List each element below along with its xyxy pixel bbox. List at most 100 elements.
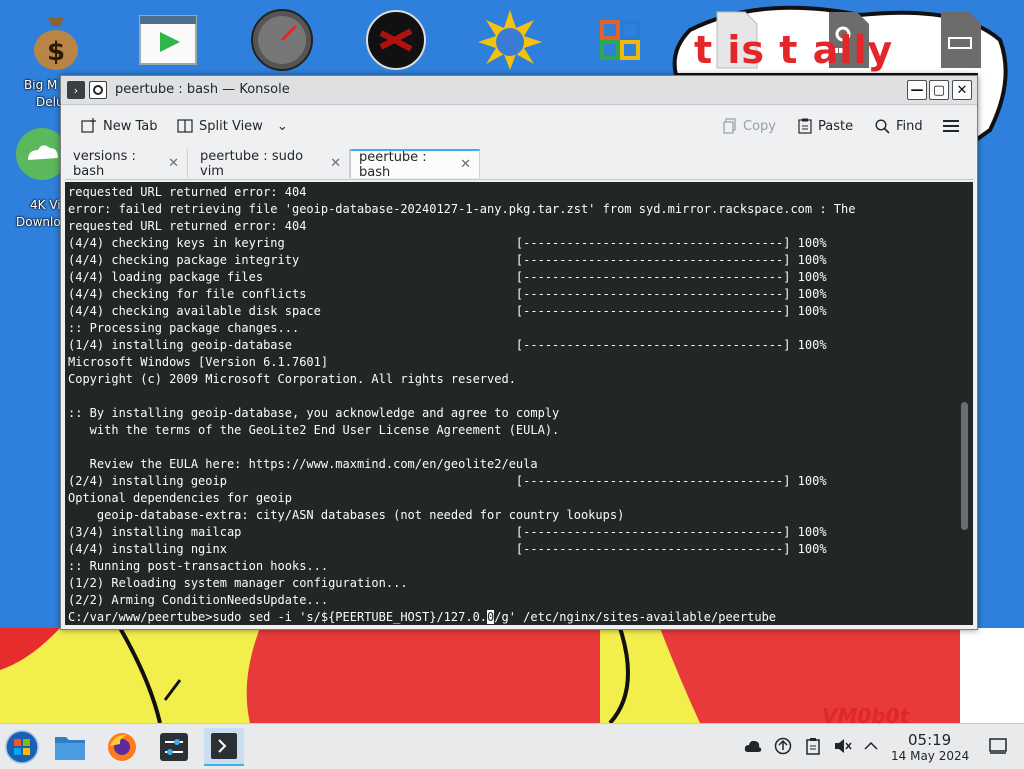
terminal-line: geoip-database-extra: city/ASN databases…	[68, 508, 625, 522]
archive-document-icon[interactable]	[924, 8, 996, 72]
system-settings-button[interactable]	[154, 728, 194, 766]
sliders-icon	[160, 733, 188, 761]
terminal-line: (1/2) Reloading system manager configura…	[68, 576, 408, 590]
close-tab-icon[interactable]: ✕	[460, 157, 471, 172]
terminal-line: :: Running post-transaction hooks...	[68, 559, 329, 573]
prompt-text-after-cursor: /g' /etc/nginx/sites-available/peertube	[494, 610, 777, 624]
search-icon	[875, 118, 890, 134]
terminal-output[interactable]: requested URL returned error: 404 error:…	[65, 182, 973, 625]
terminal-line: requested URL returned error: 404	[68, 219, 307, 233]
terminal-line: :: By installing geoip-database, you ack…	[68, 406, 560, 420]
wallpaper-text: t is t ally	[694, 28, 894, 72]
clock-date[interactable]: 14 May 2024	[891, 749, 969, 763]
terminal-line: (2/4) installing geoip [----------------…	[68, 474, 827, 488]
terminal-line: with the terms of the GeoLite2 End User …	[68, 423, 560, 437]
find-button[interactable]: Find	[875, 116, 923, 136]
speedometer-icon[interactable]	[246, 8, 318, 72]
terminal-app-icon[interactable]: ›	[67, 81, 85, 99]
desktop-label-big-money: Big M	[24, 78, 58, 92]
cloud-sync-icon[interactable]	[744, 737, 762, 755]
tab-peertube-bash[interactable]: peertube : bash ✕	[350, 149, 480, 180]
split-view-icon	[177, 119, 193, 133]
terminal-line: :: Processing package changes...	[68, 321, 300, 335]
tab-bar: versions : bash ✕ peertube : sudo vim ✕ pe…	[65, 149, 973, 180]
folder-icon	[55, 737, 85, 760]
terminal-line: (4/4) checking available disk space [---…	[68, 304, 827, 318]
window-titlebar[interactable]: › peertube : bash — Konsole — ▢ ✕	[61, 76, 977, 105]
tab-label: peertube : sudo vim	[200, 148, 304, 179]
terminal-line: (2/2) Arming ConditionNeedsUpdate...	[68, 593, 329, 607]
show-desktop-icon[interactable]	[989, 737, 1007, 755]
new-tab-icon	[81, 118, 96, 133]
money-bag-icon[interactable]: $	[20, 8, 92, 72]
terminal-line: Microsoft Windows [Version 6.1.7601]	[68, 355, 329, 369]
taskbar: 05:19 14 May 2024	[0, 723, 1024, 769]
firefox-icon	[108, 733, 136, 761]
chevron-down-icon[interactable]: ⌄	[277, 119, 288, 134]
maximize-button[interactable]: ▢	[929, 80, 949, 100]
terminal-line: requested URL returned error: 404	[68, 185, 307, 199]
paste-label: Paste	[818, 118, 854, 134]
close-tab-icon[interactable]: ✕	[330, 156, 341, 171]
find-label: Find	[896, 118, 923, 134]
split-view-button[interactable]: Split View ⌄	[177, 116, 288, 136]
terminal-lines: requested URL returned error: 404 error:…	[68, 184, 953, 625]
pin-icon[interactable]	[89, 81, 107, 99]
close-tab-icon[interactable]: ✕	[168, 156, 179, 171]
scrollbar-thumb[interactable]	[961, 402, 968, 530]
terminal-line: error: failed retrieving file 'geoip-dat…	[68, 202, 856, 216]
tab-versions-bash[interactable]: versions : bash ✕	[65, 148, 188, 179]
minimize-button[interactable]: —	[907, 80, 927, 100]
desktop-label-4k-2: Downlo	[16, 215, 61, 229]
terminal-scrollbar[interactable]	[960, 182, 969, 625]
svg-text:$: $	[47, 37, 65, 67]
terminal-line: (3/4) installing mailcap [--------------…	[68, 525, 827, 539]
toolbar: New Tab Split View ⌄ Copy Paste Find	[61, 105, 977, 145]
desktop-label-4k: 4K Vi	[30, 198, 61, 212]
office-grid-icon[interactable]	[584, 8, 656, 72]
paste-icon	[798, 118, 812, 134]
file-manager-button[interactable]	[50, 728, 90, 766]
hamburger-menu-button[interactable]	[943, 116, 959, 136]
terminal-line: Optional dependencies for geoip	[68, 491, 292, 505]
close-button[interactable]: ✕	[952, 80, 972, 100]
firefox-button[interactable]	[102, 728, 142, 766]
konsole-window: › peertube : bash — Konsole — ▢ ✕ New Ta…	[60, 75, 978, 630]
tab-label: versions : bash	[73, 148, 136, 179]
terminal-line: (4/4) checking keys in keyring [--------…	[68, 236, 827, 250]
terminal-icon	[211, 733, 237, 759]
copy-label: Copy	[743, 118, 776, 134]
terminal-line: (4/4) installing nginx [----------------…	[68, 542, 827, 556]
new-tab-label: New Tab	[103, 118, 158, 134]
window-title: peertube : bash — Konsole	[115, 82, 290, 97]
copy-icon	[723, 118, 736, 134]
terminal-line: (1/4) installing geoip-database [-------…	[68, 338, 827, 352]
new-tab-button[interactable]: New Tab	[81, 116, 158, 136]
terminal-line: (4/4) checking for file conflicts [-----…	[68, 287, 827, 301]
split-view-label: Split View	[199, 118, 263, 134]
hamburger-menu-icon	[943, 120, 959, 132]
clipboard-icon[interactable]	[804, 737, 822, 755]
update-notifier-icon[interactable]	[774, 737, 792, 755]
tab-label: peertube : bash	[359, 149, 427, 180]
command-prompt-line[interactable]: C:/var/www/peertube>sudo sed -i 's/${PEE…	[68, 609, 953, 625]
video-player-icon[interactable]	[132, 8, 204, 72]
terminal-line: Review the EULA here: https://www.maxmin…	[68, 457, 538, 471]
paste-button[interactable]: Paste	[798, 116, 853, 136]
konsole-taskbar-button[interactable]	[204, 728, 244, 766]
terminal-line: (4/4) loading package files [-----------…	[68, 270, 827, 284]
volume-muted-icon[interactable]	[834, 737, 852, 755]
sun-globe-icon[interactable]	[474, 8, 546, 72]
copy-button[interactable]: Copy	[723, 116, 776, 136]
terminal-line: Copyright (c) 2009 Microsoft Corporation…	[68, 372, 516, 386]
start-menu-button[interactable]	[2, 728, 42, 766]
terminal-line: (4/4) checking package integrity [------…	[68, 253, 827, 267]
system-tray-expand-icon[interactable]	[862, 737, 880, 755]
red-disc-icon[interactable]	[360, 8, 432, 72]
windows-logo-icon	[5, 730, 39, 764]
watermark: VM0b0t	[822, 704, 910, 728]
tab-peertube-sudo-vim[interactable]: peertube : sudo vim ✕	[192, 148, 350, 179]
clock-time[interactable]: 05:19	[908, 731, 951, 749]
